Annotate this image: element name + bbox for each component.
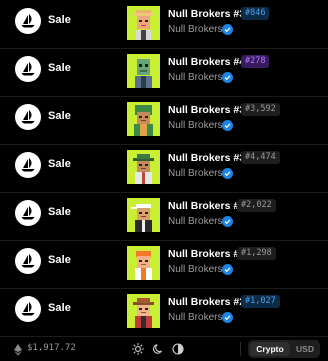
opensea-ship-icon — [15, 200, 41, 226]
item-name[interactable]: Null Brokers #40 — [168, 56, 251, 68]
nft-thumbnail[interactable] — [127, 198, 160, 232]
verified-check-icon — [222, 120, 233, 131]
nft-thumbnail[interactable] — [127, 54, 160, 88]
currency-option-usd[interactable]: USD — [292, 342, 318, 356]
currency-option-crypto[interactable]: Crypto — [250, 342, 290, 356]
nft-thumbnail[interactable] — [127, 246, 160, 280]
event-type: Sale — [48, 158, 72, 170]
footer-bar: $1,917.72 Crypto USD — [0, 336, 328, 360]
activity-list: Sale Null Brokers #38 #846 Null Brokers — [0, 0, 328, 336]
opensea-ship-icon — [15, 8, 41, 34]
rarity-rank-badge: #4,474 — [241, 151, 280, 164]
item-name[interactable]: Null Brokers #30 — [168, 104, 251, 116]
footer-divider — [240, 342, 241, 356]
rarity-rank-badge: #1,298 — [237, 247, 276, 260]
rarity-rank-badge: #3,592 — [241, 103, 280, 116]
rarity-rank-badge: #278 — [241, 55, 270, 68]
verified-check-icon — [222, 264, 233, 275]
eth-price: $1,917.72 — [27, 343, 76, 353]
item-name[interactable]: Null Brokers #36 — [168, 152, 251, 164]
event-type: Sale — [48, 302, 72, 314]
nft-thumbnail[interactable] — [127, 294, 160, 328]
opensea-ship-icon — [15, 248, 41, 274]
opensea-ship-icon — [15, 104, 41, 130]
currency-toggle[interactable]: Crypto USD — [248, 340, 320, 358]
opensea-ship-icon — [15, 152, 41, 178]
event-type: Sale — [48, 14, 72, 26]
activity-row[interactable]: Sale Null Brokers #41 #2,022 Null Broker… — [0, 192, 328, 241]
moon-icon[interactable] — [152, 342, 166, 356]
event-type: Sale — [48, 110, 72, 122]
collection-name[interactable]: Null Brokers — [168, 120, 222, 131]
rarity-rank-badge: #846 — [241, 7, 270, 20]
activity-row[interactable]: Sale Null Brokers #15 #1,298 Null Broker… — [0, 240, 328, 289]
ethereum-icon — [13, 343, 23, 356]
sun-icon[interactable] — [131, 342, 145, 356]
collection-name[interactable]: Null Brokers — [168, 312, 222, 323]
half-circle-icon[interactable] — [171, 342, 185, 356]
verified-check-icon — [222, 216, 233, 227]
event-type: Sale — [48, 62, 72, 74]
collection-name[interactable]: Null Brokers — [168, 216, 222, 227]
verified-check-icon — [222, 72, 233, 83]
activity-row[interactable]: Sale Null Brokers #30 #3,592 Null Broker… — [0, 96, 328, 145]
opensea-ship-icon — [15, 56, 41, 82]
opensea-ship-icon — [15, 296, 41, 322]
collection-name[interactable]: Null Brokers — [168, 24, 222, 35]
activity-row[interactable]: Sale Null Brokers #36 #4,474 Null Broker… — [0, 144, 328, 193]
event-type: Sale — [48, 206, 72, 218]
rarity-rank-badge: #2,022 — [237, 199, 276, 212]
item-name[interactable]: Null Brokers #38 — [168, 8, 251, 20]
nft-thumbnail[interactable] — [127, 6, 160, 40]
activity-row[interactable]: Sale Null Brokers #22 #1,027 Null Broker… — [0, 288, 328, 336]
verified-check-icon — [222, 24, 233, 35]
collection-name[interactable]: Null Brokers — [168, 264, 222, 275]
collection-name[interactable]: Null Brokers — [168, 168, 222, 179]
collection-name[interactable]: Null Brokers — [168, 72, 222, 83]
item-name[interactable]: Null Brokers #22 — [168, 296, 251, 308]
rarity-rank-badge: #1,027 — [241, 295, 280, 308]
event-type: Sale — [48, 254, 72, 266]
nft-thumbnail[interactable] — [127, 102, 160, 136]
verified-check-icon — [222, 312, 233, 323]
activity-row[interactable]: Sale Null Brokers #40 #278 Null Brokers — [0, 48, 328, 97]
verified-check-icon — [222, 168, 233, 179]
nft-thumbnail[interactable] — [127, 150, 160, 184]
activity-row[interactable]: Sale Null Brokers #38 #846 Null Brokers — [0, 0, 328, 49]
